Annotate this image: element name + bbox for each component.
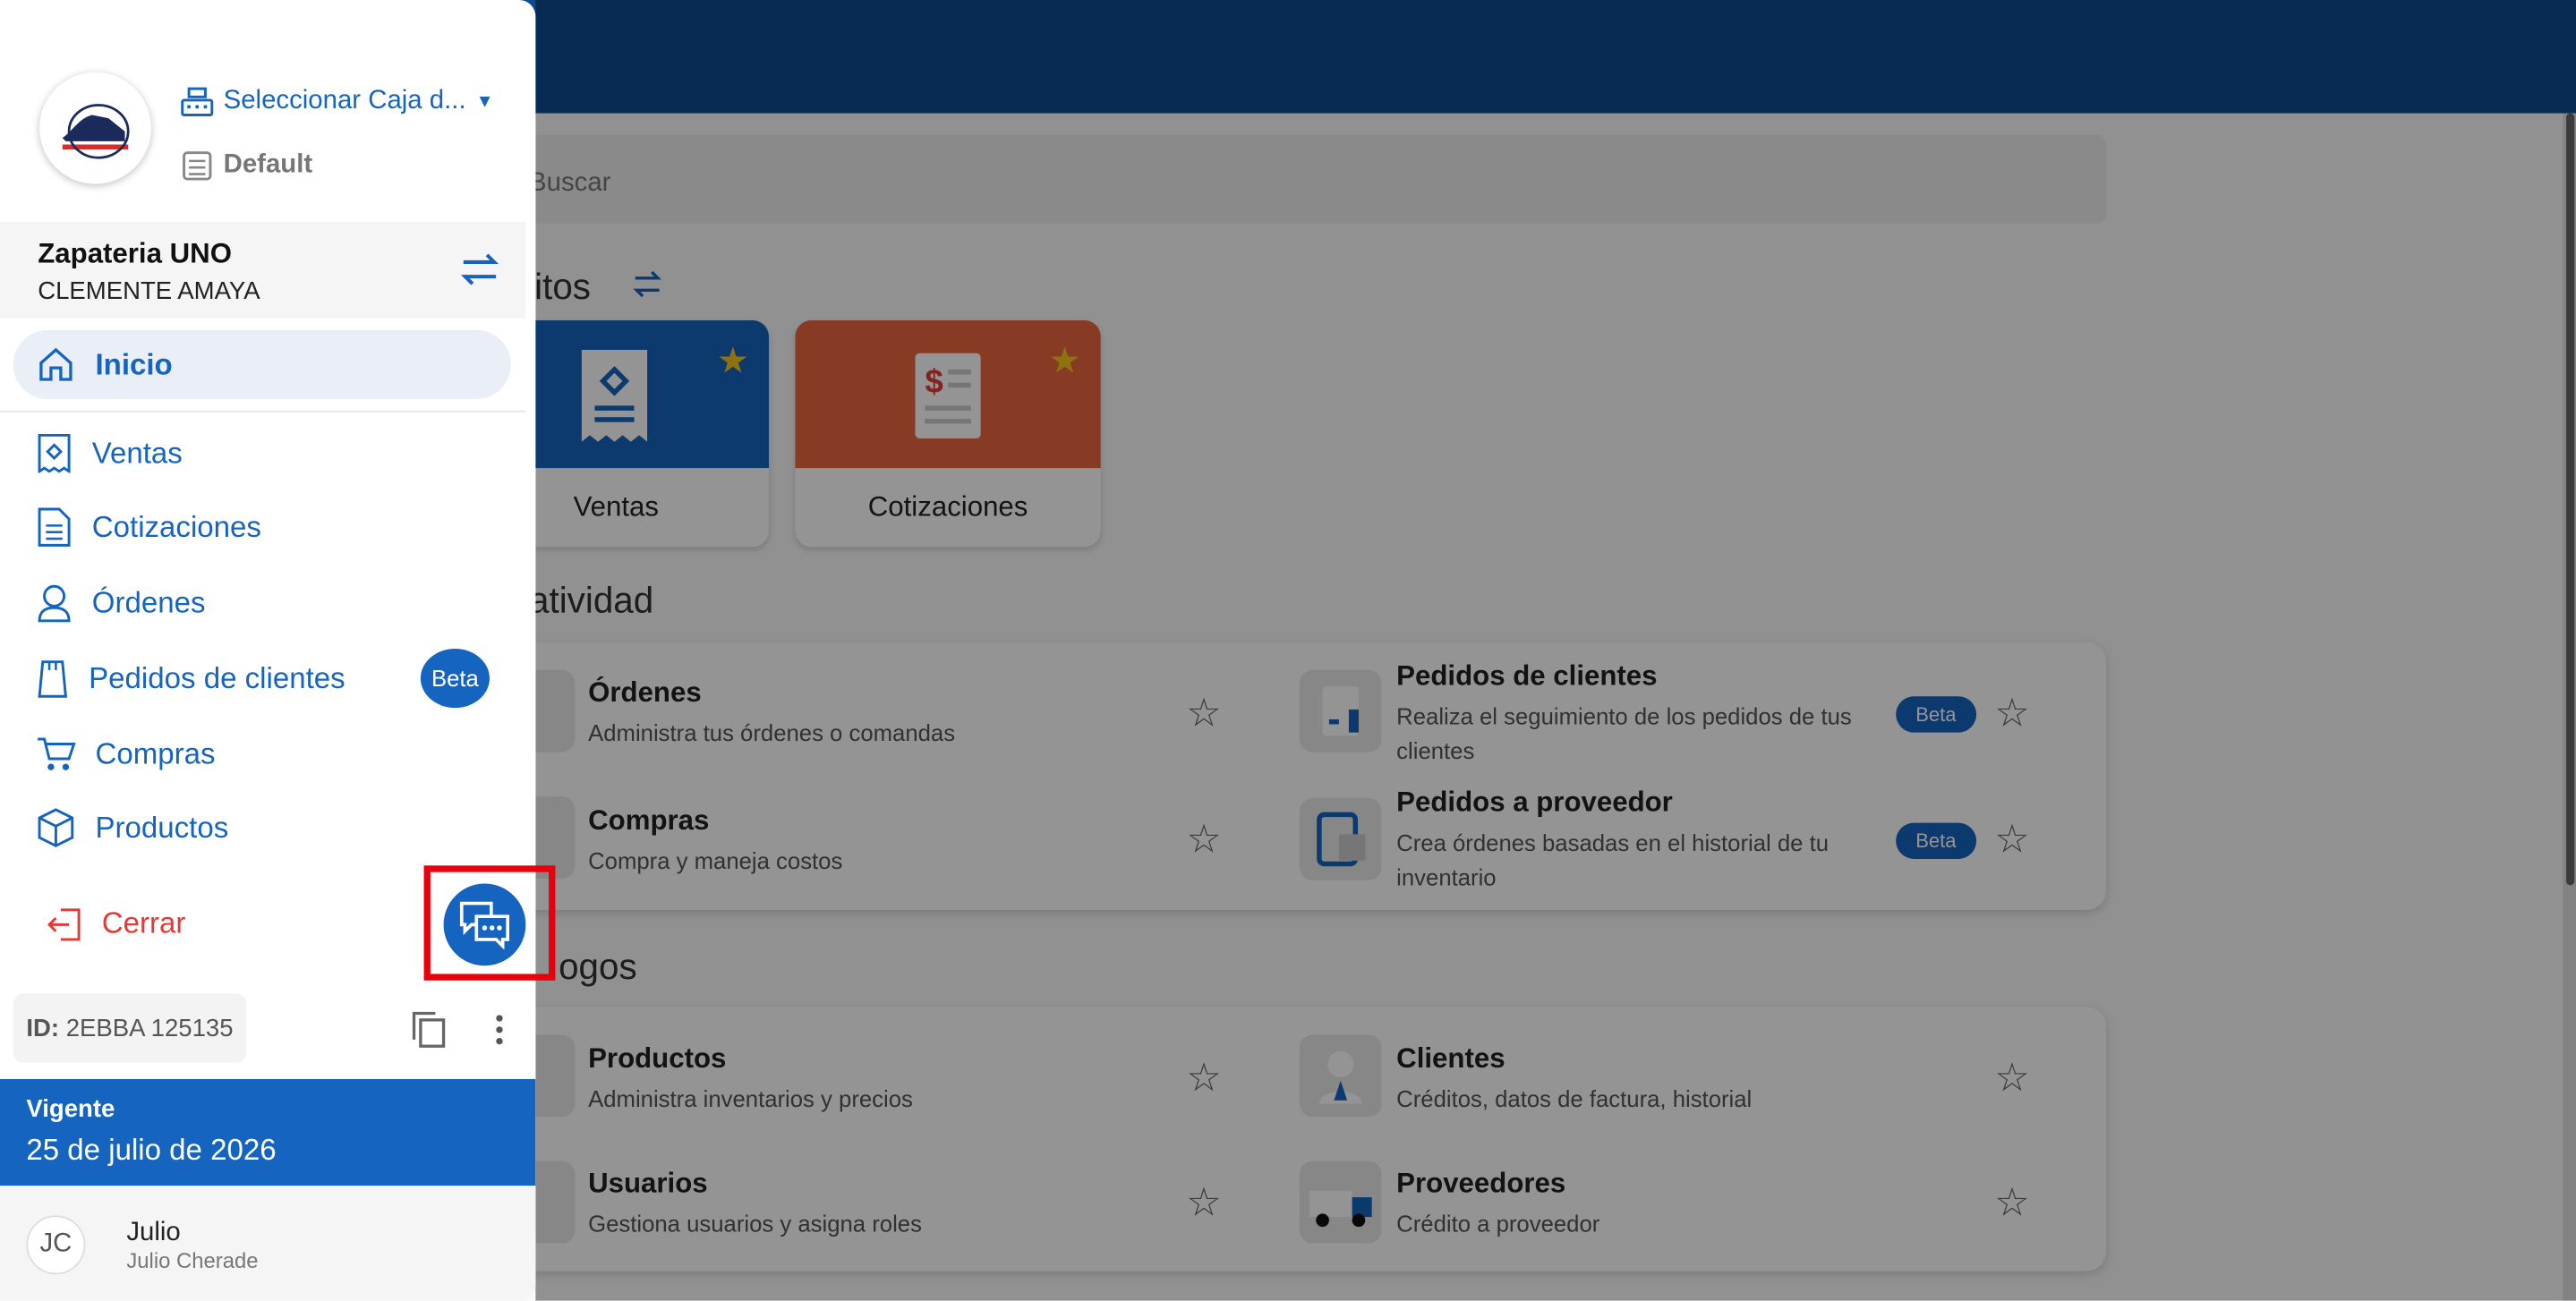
nav-item-ordenes[interactable]: Órdenes — [0, 570, 525, 635]
business-logo — [39, 72, 151, 184]
business-switcher[interactable]: Zapateria UNO CLEMENTE AMAYA — [0, 221, 526, 319]
license-date: 25 de julio de 2026 — [26, 1133, 277, 1167]
nav-label: Productos — [95, 810, 229, 844]
license-status: Vigente — [26, 1095, 115, 1124]
chat-bubbles-icon — [459, 901, 510, 949]
receipt-icon — [38, 433, 71, 473]
warehouse-label: Default — [181, 149, 312, 183]
nav-label: Ventas — [91, 436, 183, 470]
profile-subtitle: Julio Cherade — [126, 1247, 259, 1273]
cash-register-selector[interactable]: Seleccionar Caja d... ▼ — [181, 87, 494, 116]
divider — [0, 410, 526, 412]
license-banner: Vigente 25 de julio de 2026 — [0, 1078, 536, 1186]
box-icon — [38, 808, 74, 847]
nav-item-productos[interactable]: Productos — [0, 795, 525, 860]
chat-support-button-highlight[interactable] — [423, 865, 556, 981]
avatar: JC — [26, 1215, 86, 1275]
business-user: CLEMENTE AMAYA — [38, 277, 260, 306]
nav-item-compras[interactable]: Compras — [0, 721, 525, 787]
user-profile[interactable]: JC Julio Julio Cherade — [0, 1186, 536, 1301]
business-name: Zapateria UNO — [38, 238, 232, 270]
id-value: 2EBBA 125135 — [65, 1015, 234, 1043]
nav-label: Órdenes — [91, 585, 206, 619]
id-label: ID: — [26, 1015, 60, 1043]
cash-register-label: Seleccionar Caja d... — [223, 87, 466, 115]
nav-label: Cotizaciones — [91, 509, 261, 543]
chat-button[interactable] — [443, 883, 526, 966]
nav-label: Compras — [95, 736, 216, 770]
cash-register-icon — [181, 87, 214, 116]
device-id: ID: 2EBBA 125135 — [13, 993, 247, 1063]
chevron-down-icon: ▼ — [475, 91, 494, 112]
bag-icon — [38, 660, 68, 698]
home-icon — [39, 347, 73, 381]
warehouse-icon — [183, 151, 212, 181]
warehouse-name: Default — [223, 150, 313, 180]
nav-label: Pedidos de clientes — [89, 660, 345, 694]
navigation-drawer: Seleccionar Caja d... ▼ Default Zapateri… — [0, 0, 536, 1301]
document-icon — [38, 507, 71, 547]
more-vert-icon[interactable] — [493, 1014, 507, 1047]
beta-badge: Beta — [420, 649, 490, 709]
nav-item-ventas[interactable]: Ventas — [0, 421, 525, 486]
logout-label: Cerrar — [101, 906, 186, 940]
waiter-icon — [38, 584, 71, 623]
swap-business-icon[interactable] — [456, 251, 502, 287]
nav-item-cotizaciones[interactable]: Cotizaciones — [0, 494, 525, 559]
copy-icon[interactable] — [411, 1010, 447, 1050]
profile-name: Julio — [126, 1218, 181, 1247]
nav-label: Inicio — [95, 347, 173, 380]
nav-item-inicio[interactable]: Inicio — [13, 329, 511, 400]
logout-icon — [47, 907, 81, 940]
drawer-backdrop[interactable] — [535, 0, 2576, 1301]
shoe-logo-icon — [62, 104, 130, 159]
logout-button[interactable]: Cerrar — [46, 906, 185, 941]
cart-icon — [38, 737, 76, 770]
